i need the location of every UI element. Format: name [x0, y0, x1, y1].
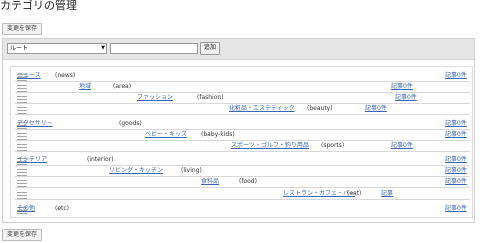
dropdown-arrow-icon: ▼: [101, 45, 105, 51]
category-count[interactable]: 記事0件: [391, 83, 413, 91]
category-slug: (beauty): [307, 105, 333, 112]
drag-handle-icon[interactable]: [17, 95, 27, 104]
category-name[interactable]: その他: [17, 205, 35, 213]
category-row-baby-kids[interactable]: ベビー・キッズ (baby-kids) 記事0件: [15, 131, 470, 141]
category-name[interactable]: ベビー・キッズ: [145, 131, 187, 139]
category-count[interactable]: 記事0件: [395, 94, 417, 102]
category-count[interactable]: 記事0件: [445, 156, 467, 164]
category-name[interactable]: 化粧品・エステティック: [229, 105, 295, 113]
category-count[interactable]: 記事0件: [445, 178, 467, 186]
drag-handle-icon[interactable]: [17, 168, 27, 177]
category-name[interactable]: 地域: [79, 83, 91, 91]
category-name[interactable]: ファッション: [137, 94, 173, 102]
category-row-interior[interactable]: インテリア (interior) 記事0件: [15, 156, 470, 166]
category-toolbar: ルート ▼ 追加: [3, 39, 474, 60]
category-row-beauty[interactable]: 化粧品・エステティック (beauty) 記事0件: [15, 105, 470, 115]
drag-handle-icon[interactable]: [17, 84, 27, 93]
category-name[interactable]: ニュース: [17, 72, 41, 80]
category-slug: (interior): [87, 156, 114, 163]
category-slug: (fashion): [197, 94, 224, 101]
category-row-food[interactable]: 食料品 (food) 記事0件: [15, 178, 470, 188]
category-count[interactable]: 記事0件: [445, 72, 467, 80]
category-count[interactable]: 記事: [381, 190, 393, 198]
category-slug: (area): [113, 83, 132, 90]
page-title: カテゴリの管理: [0, 0, 77, 12]
category-row-goods[interactable]: アクセサリー (goods) 記事0件: [15, 120, 470, 130]
category-count[interactable]: 記事0件: [391, 142, 413, 150]
category-slug: (food): [239, 178, 257, 185]
category-name[interactable]: スポーツ・ゴルフ・釣り用品: [231, 142, 309, 150]
category-count[interactable]: 記事0件: [445, 131, 467, 139]
category-slug: (goods): [119, 120, 142, 127]
category-tree: ニュース (news) 記事0件 地域 (area) 記事0件 ファッション (…: [10, 66, 473, 218]
drag-handle-icon[interactable]: [17, 132, 27, 141]
drag-handle-icon[interactable]: [17, 191, 27, 200]
category-slug: (eat): [347, 190, 362, 197]
category-slug: (baby-kids): [201, 131, 235, 138]
category-slug: (living): [181, 167, 202, 174]
category-row-etc[interactable]: その他 (etc) 記事0件: [15, 205, 470, 215]
category-name[interactable]: リビング・キッチン: [109, 167, 163, 175]
category-name[interactable]: 食料品: [201, 178, 219, 186]
category-row-eat[interactable]: レストラン・カフェ・バー (eat) 記事: [15, 190, 470, 200]
category-panel: ルート ▼ 追加 ニュース (news) 記事0件 地域 (area) 記事0件…: [2, 38, 475, 223]
save-changes-button-bottom[interactable]: 変更を保存: [2, 229, 43, 241]
category-row-area[interactable]: 地域 (area) 記事0件: [15, 83, 470, 93]
save-changes-button-top[interactable]: 変更を保存: [2, 23, 43, 35]
drag-handle-icon[interactable]: [17, 179, 27, 188]
new-category-input[interactable]: [110, 43, 198, 54]
add-category-button[interactable]: 追加: [200, 42, 221, 55]
category-slug: (etc): [55, 205, 70, 212]
category-count[interactable]: 記事0件: [445, 205, 467, 213]
category-count[interactable]: 記事0件: [445, 167, 467, 175]
category-slug: (news): [55, 72, 76, 79]
drag-handle-icon[interactable]: [17, 106, 27, 115]
category-name[interactable]: アクセサリー: [17, 120, 53, 128]
parent-category-select[interactable]: ルート ▼: [7, 43, 107, 54]
category-row-sports[interactable]: スポーツ・ゴルフ・釣り用品 (sports) 記事0件: [15, 142, 470, 152]
drag-handle-icon[interactable]: [17, 143, 27, 152]
category-name[interactable]: レストラン・カフェ・バー: [283, 190, 355, 198]
category-row-living[interactable]: リビング・キッチン (living) 記事0件: [15, 167, 470, 177]
category-count[interactable]: 記事0件: [365, 105, 387, 113]
category-row-news[interactable]: ニュース (news) 記事0件: [15, 72, 470, 82]
parent-category-select-value: ルート: [10, 45, 29, 52]
category-name[interactable]: インテリア: [17, 156, 47, 164]
category-slug: (sports): [321, 142, 345, 149]
category-count[interactable]: 記事0件: [445, 120, 467, 128]
category-row-fashion[interactable]: ファッション (fashion) 記事0件: [15, 94, 470, 104]
